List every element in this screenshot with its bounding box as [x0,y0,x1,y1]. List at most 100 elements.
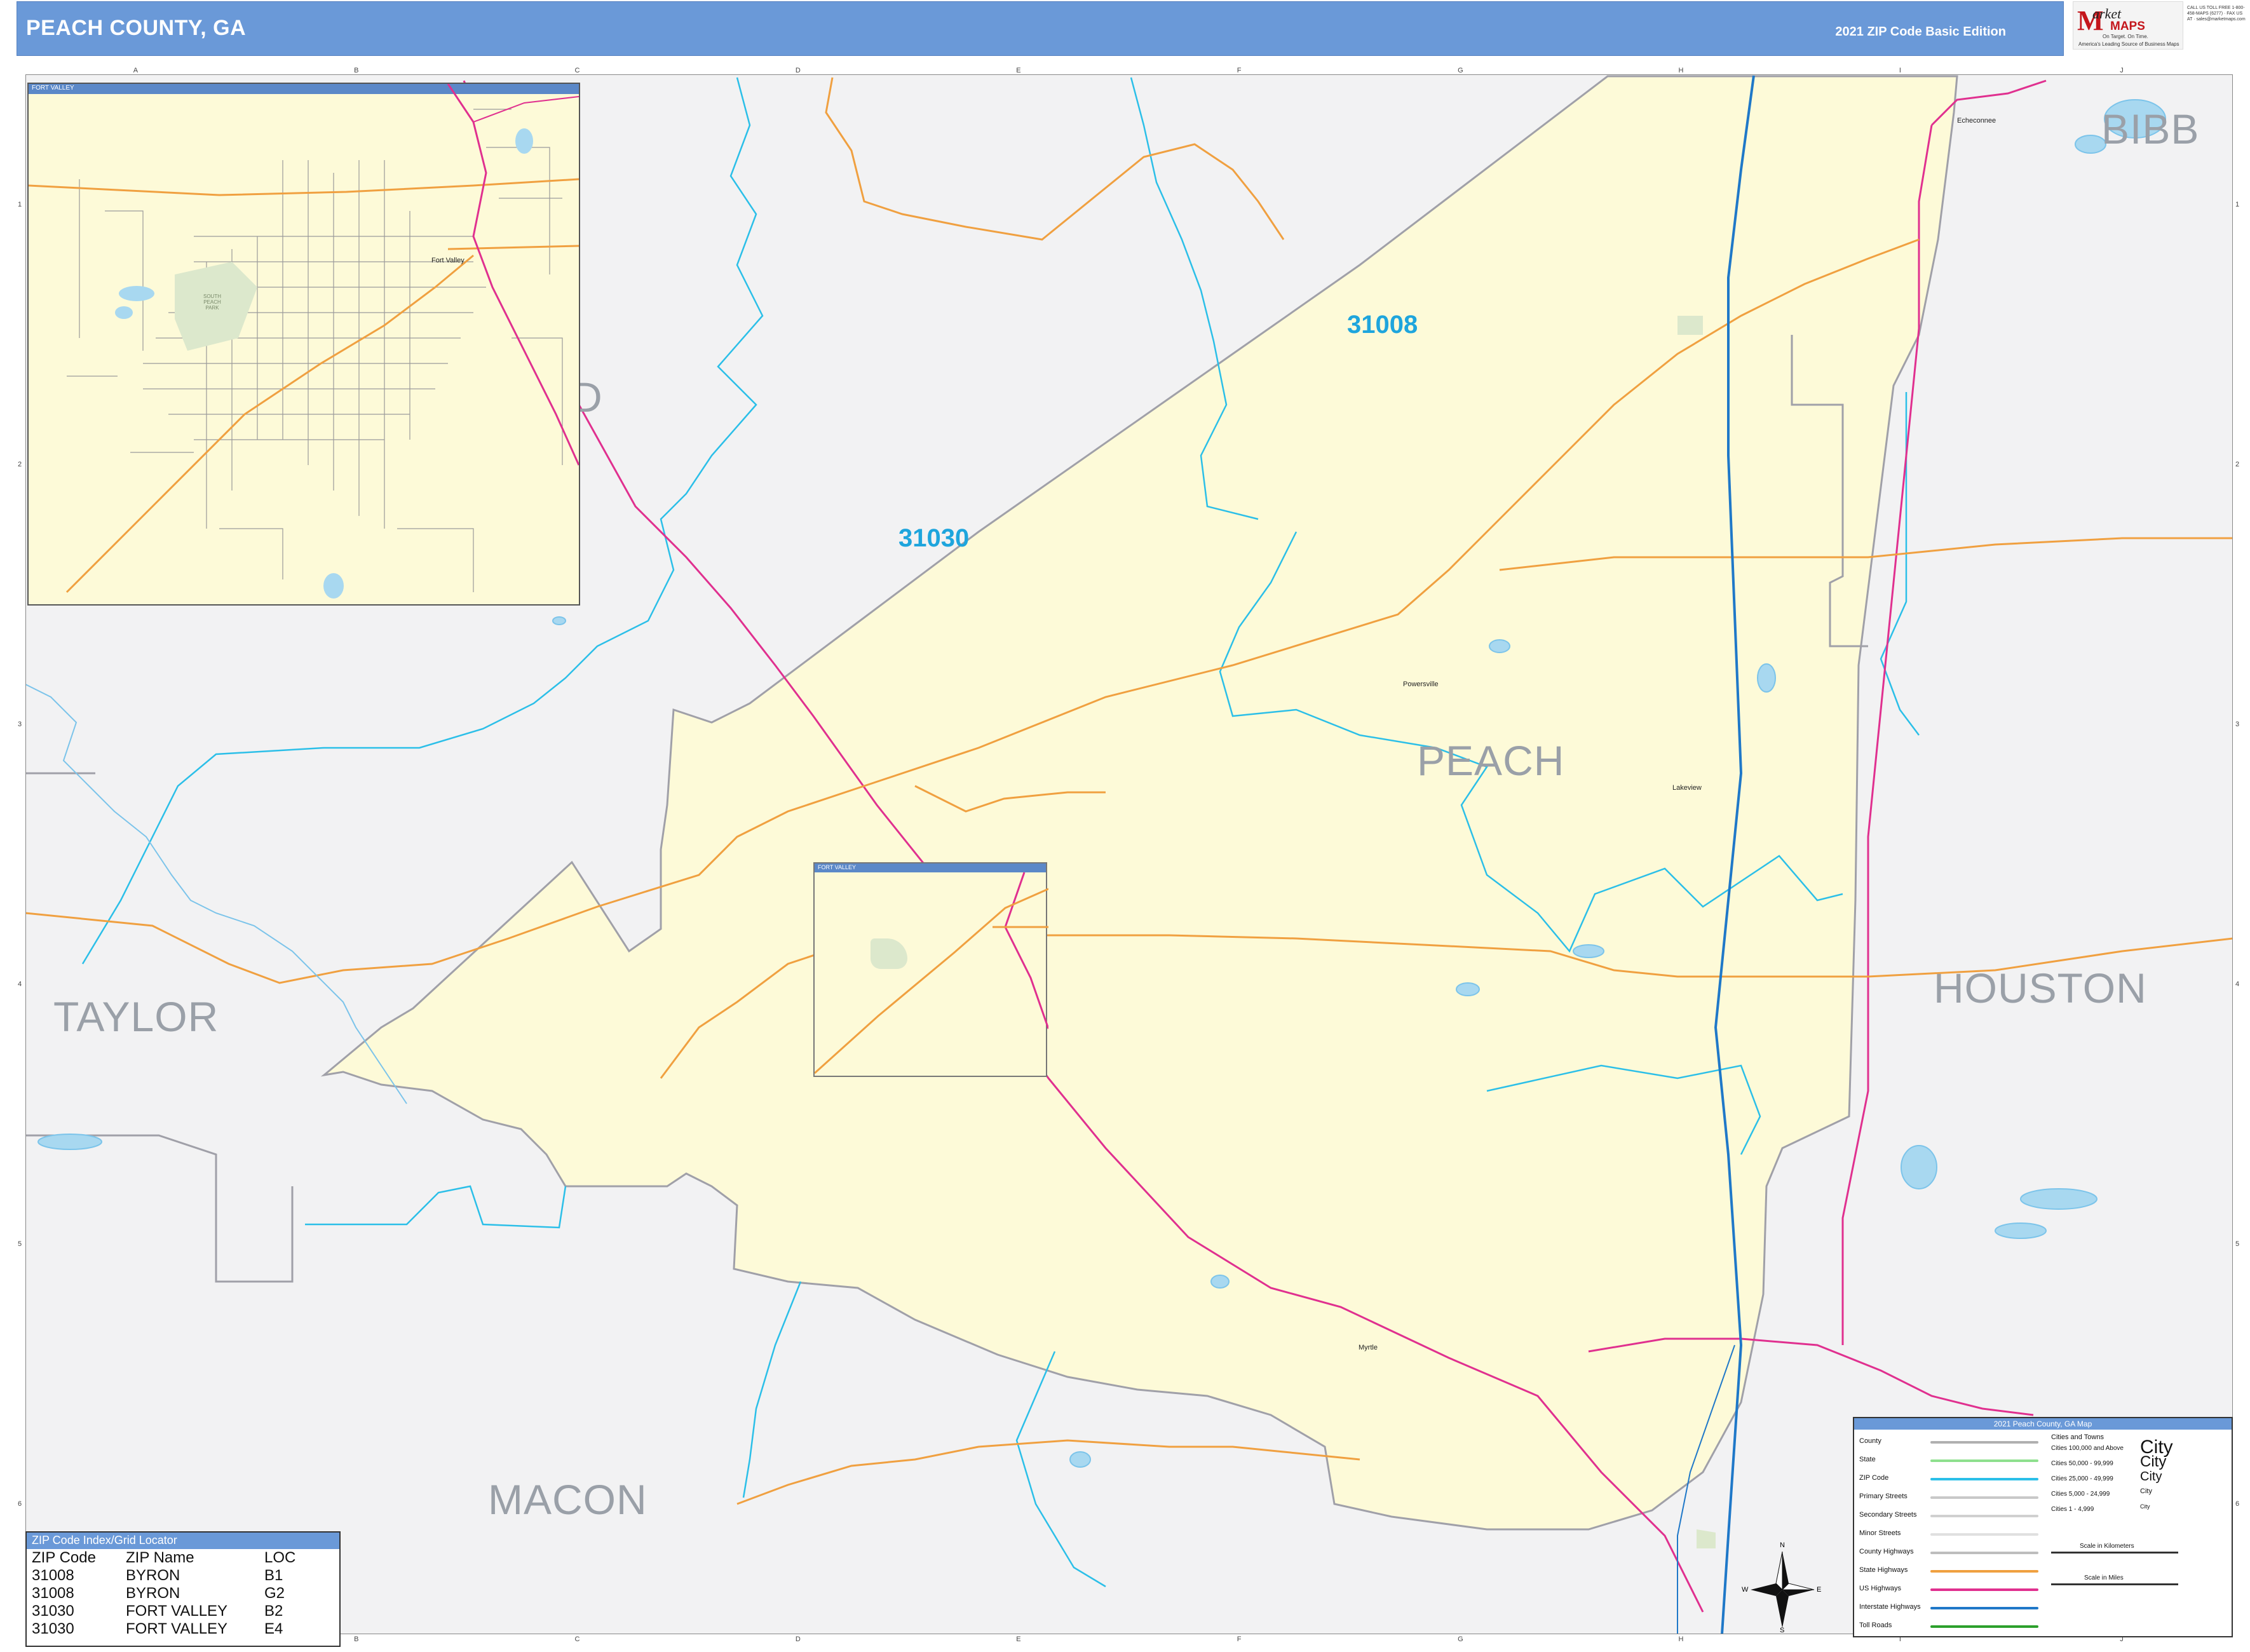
lake [1573,944,1604,958]
legend-city-size-label: Cities 50,000 - 99,999 [2051,1460,2113,1467]
grid-column-label: B [354,67,359,74]
grid-column-label: E [1016,67,1021,74]
market-maps-logo: M arket MAPS On Target. On Time. America… [2073,1,2183,50]
zip-index-cell: BYRON [126,1585,180,1602]
lake [1757,663,1776,693]
zip-index-cell: BYRON [126,1567,180,1584]
place-label-echeconnee: Echeconnee [1957,117,1996,125]
grid-column-label: E [1016,1635,1021,1643]
zip-index-title: ZIP Code Index/Grid Locator [27,1533,339,1549]
legend-item-swatch [1930,1515,2038,1517]
legend-item-label: Minor Streets [1859,1529,1901,1537]
compass-s: S [1780,1627,1785,1634]
county-label-bibb: BIBB [2101,105,2200,152]
county-label-macon: MACON [488,1476,647,1523]
legend-scale-km-bar [2051,1552,2178,1554]
county-label-peach: PEACH [1417,737,1565,784]
zip-index-cell: E4 [264,1620,283,1637]
map-area[interactable]: PEACH BIBB HOUSTON TAYLOR MACON D 31008 … [25,74,2233,1634]
legend-item-swatch [1930,1570,2038,1573]
grid-column-label: D [795,1635,801,1643]
legend-cities-title: Cities and Towns [2051,1433,2104,1441]
grid-column-label: J [2120,67,2124,74]
legend-item-swatch [1930,1496,2038,1499]
logo-maps-text: MAPS [2110,20,2145,33]
place-label-lakeview: Lakeview [1672,784,1702,792]
grid-column-label: F [1237,1635,1242,1643]
place-label-fort-valley: Fort Valley [431,257,464,264]
legend-item-label: State [1859,1456,1876,1463]
fort-valley-inset-marker[interactable]: FORT VALLEY [813,862,1048,1077]
map-title: PEACH COUNTY, GA [26,16,247,40]
legend-item-swatch [1930,1625,2038,1628]
legend-item-swatch [1930,1533,2038,1536]
zip-index-cell: 31030 [32,1620,74,1637]
lake [37,1134,102,1150]
legend-item-label: Secondary Streets [1859,1511,1917,1519]
zip-label-31030: 31030 [898,524,970,552]
legend-city-size-label: Cities 1 - 4,999 [2051,1506,2094,1513]
lake [2020,1188,2098,1210]
zip-index-col-loc: LOC [264,1549,296,1566]
county-label-taylor: TAYLOR [53,993,219,1040]
zip-index-col-name: ZIP Name [126,1549,194,1566]
fort-valley-marker-roads [815,872,1048,1074]
legend-item-label: Toll Roads [1859,1622,1892,1629]
compass-e: E [1817,1586,1822,1594]
park-area-byron [1677,316,1703,335]
lake [1489,639,1510,653]
legend-city-sample: City [2140,1503,2150,1510]
legend-item-swatch [1930,1588,2038,1591]
grid-row-label: 5 [2235,1240,2240,1249]
compass-rose: N S W E [1742,1541,1822,1634]
grid-row-label: 4 [18,980,22,989]
grid-row-label: 1 [2235,200,2240,208]
grid-row-label: 1 [18,200,22,208]
legend-title: 2021 Peach County, GA Map [1854,1418,2232,1430]
fort-valley-inset[interactable]: FORT VALLEY Fort Valley SOUTH PEACH PARK [27,83,580,606]
legend-item-swatch [1930,1607,2038,1609]
legend-city-sample: City [2140,1470,2162,1484]
legend-item-swatch [1930,1459,2038,1462]
grid-column-label: C [574,1635,580,1643]
grid-row-label: 2 [18,460,22,468]
grid-column-label: A [133,67,139,74]
zip-index-cell: B2 [264,1602,283,1620]
lake [1995,1222,2047,1239]
county-label-houston: HOUSTON [1934,965,2147,1012]
grid-row-label: 3 [2235,720,2240,728]
legend-city-sample: City [2140,1453,2167,1471]
grid-column-label: G [1458,1635,1463,1643]
legend-item-swatch [1930,1552,2038,1554]
grid-row-label: 6 [2235,1500,2240,1508]
place-label-south-peach-park: SOUTH PEACH PARK [203,294,221,311]
grid-row-label: 6 [18,1500,22,1508]
grid-column-label: H [1678,1635,1684,1643]
legend-item-label: State Highways [1859,1566,1908,1574]
grid-row-label: 5 [18,1240,22,1249]
legend-city-size-label: Cities 5,000 - 24,999 [2051,1491,2110,1498]
lake [1456,982,1480,996]
legend-item-label: County [1859,1437,1881,1445]
legend-item-label: Interstate Highways [1859,1603,1921,1611]
legend-city-size-label: Cities 25,000 - 49,999 [2051,1475,2113,1482]
park-area-east [1697,1529,1716,1548]
table-row: 31030 FORT VALLEY E4 [29,1620,298,1638]
table-row: 31030 FORT VALLEY B2 [29,1602,298,1620]
zip-index-cell: B1 [264,1567,283,1584]
grid-column-label: G [1458,67,1463,74]
grid-column-label: B [354,1635,359,1643]
legend-item-label: Primary Streets [1859,1493,1908,1500]
zip-index-table: ZIP Code ZIP Name LOC 31008 BYRON B1 310… [29,1549,298,1638]
place-label-powersville: Powersville [1403,680,1439,688]
place-label-myrtle: Myrtle [1359,1344,1378,1351]
legend-item-swatch [1930,1441,2038,1444]
compass-w: W [1742,1586,1749,1594]
header-bar: PEACH COUNTY, GA 2021 ZIP Code Basic Edi… [17,1,2064,56]
grid-column-label: F [1237,67,1242,74]
map-legend: 2021 Peach County, GA Map County State ZIP… [1853,1417,2233,1637]
lake [552,616,566,625]
lake [1069,1451,1091,1468]
lake [1210,1275,1230,1289]
legend-item-label: ZIP Code [1859,1474,1889,1482]
